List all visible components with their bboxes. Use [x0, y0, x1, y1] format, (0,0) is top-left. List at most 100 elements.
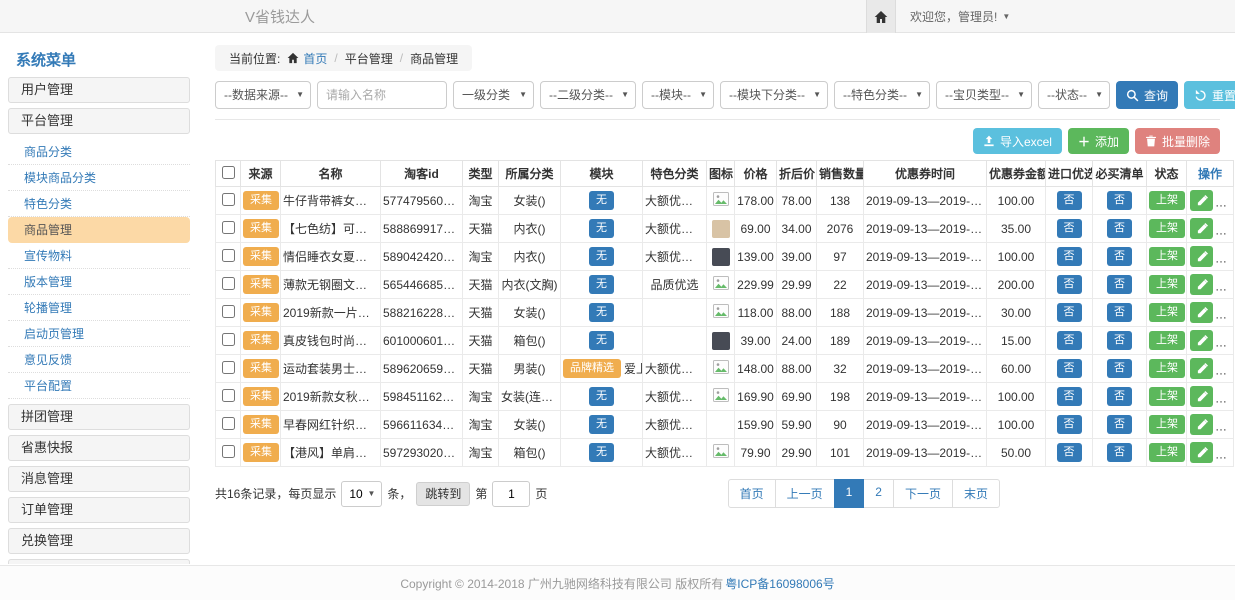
import-choice-badge[interactable]: 否 [1057, 303, 1082, 321]
sidebar-group[interactable]: 兑换管理 [8, 528, 190, 554]
edit-button[interactable] [1190, 190, 1213, 211]
must-buy-badge[interactable]: 否 [1107, 359, 1132, 377]
filter-select[interactable]: --宝贝类型-- [936, 81, 1032, 109]
import-choice-badge[interactable]: 否 [1057, 331, 1082, 349]
batch-delete-button[interactable]: 批量删除 [1135, 128, 1220, 154]
module-badge[interactable]: 无 [589, 247, 614, 265]
edit-button[interactable] [1190, 302, 1213, 323]
edit-button[interactable] [1190, 358, 1213, 379]
module-badge[interactable]: 无 [589, 415, 614, 433]
must-buy-badge[interactable]: 否 [1107, 247, 1132, 265]
per-page-select[interactable]: 10 [341, 481, 382, 507]
status-badge[interactable]: 上架 [1149, 247, 1185, 265]
must-buy-badge[interactable]: 否 [1107, 191, 1132, 209]
must-buy-badge[interactable]: 否 [1107, 443, 1132, 461]
jump-page-input[interactable] [492, 481, 530, 507]
filter-select[interactable]: 一级分类 [453, 81, 534, 109]
pager-button[interactable]: 1 [834, 479, 865, 508]
edit-button[interactable] [1190, 386, 1213, 407]
status-badge[interactable]: 上架 [1149, 219, 1185, 237]
filter-select[interactable]: --模块下分类-- [720, 81, 828, 109]
sidebar-group[interactable]: 省惠快报 [8, 435, 190, 461]
sidebar-group[interactable]: 拼团管理 [8, 404, 190, 430]
home-button[interactable] [866, 0, 896, 33]
sidebar-subitem[interactable]: 特色分类 [8, 191, 190, 217]
must-buy-badge[interactable]: 否 [1107, 219, 1132, 237]
reset-button[interactable]: 重置 [1184, 81, 1235, 109]
module-badge[interactable]: 无 [589, 331, 614, 349]
sidebar-subitem[interactable]: 轮播管理 [8, 295, 190, 321]
module-badge[interactable]: 无 [589, 219, 614, 237]
breadcrumb-home-link[interactable]: 首页 [287, 50, 327, 67]
status-badge[interactable]: 上架 [1149, 191, 1185, 209]
edit-button[interactable] [1190, 442, 1213, 463]
row-checkbox[interactable] [222, 445, 235, 458]
sidebar-subitem[interactable]: 启动页管理 [8, 321, 190, 347]
sidebar-subitem[interactable]: 宣传物料 [8, 243, 190, 269]
must-buy-badge[interactable]: 否 [1107, 415, 1132, 433]
sidebar-subitem[interactable]: 版本管理 [8, 269, 190, 295]
must-buy-badge[interactable]: 否 [1107, 303, 1132, 321]
filter-select[interactable]: --特色分类-- [834, 81, 930, 109]
select-all-checkbox[interactable] [222, 166, 235, 179]
row-checkbox[interactable] [222, 193, 235, 206]
icp-link[interactable]: 粤ICP备16098006号 [725, 575, 834, 592]
sidebar-group[interactable]: 平台管理 [8, 108, 190, 134]
import-excel-button[interactable]: 导入excel [973, 128, 1062, 154]
add-button[interactable]: ＋ 添加 [1068, 128, 1129, 154]
module-badge[interactable]: 无 [589, 275, 614, 293]
module-badge[interactable]: 无 [589, 387, 614, 405]
row-checkbox[interactable] [222, 221, 235, 234]
edit-button[interactable] [1190, 274, 1213, 295]
import-choice-badge[interactable]: 否 [1057, 191, 1082, 209]
import-choice-badge[interactable]: 否 [1057, 359, 1082, 377]
module-badge[interactable]: 品牌精选 [563, 359, 621, 377]
sidebar-subitem[interactable]: 意见反馈 [8, 347, 190, 373]
status-badge[interactable]: 上架 [1149, 331, 1185, 349]
row-checkbox[interactable] [222, 305, 235, 318]
sidebar-subitem[interactable]: 商品管理 [8, 217, 190, 243]
sidebar-subitem[interactable]: 平台配置 [8, 373, 190, 399]
status-badge[interactable]: 上架 [1149, 303, 1185, 321]
row-checkbox[interactable] [222, 417, 235, 430]
import-choice-badge[interactable]: 否 [1057, 415, 1082, 433]
row-checkbox[interactable] [222, 389, 235, 402]
row-checkbox[interactable] [222, 361, 235, 374]
name-search-input[interactable] [317, 81, 447, 109]
module-badge[interactable]: 无 [589, 303, 614, 321]
filter-select[interactable]: --状态-- [1038, 81, 1110, 109]
must-buy-badge[interactable]: 否 [1107, 387, 1132, 405]
filter-select[interactable]: --二级分类-- [540, 81, 636, 109]
filter-select[interactable]: --模块-- [642, 81, 714, 109]
row-checkbox[interactable] [222, 249, 235, 262]
import-choice-badge[interactable]: 否 [1057, 247, 1082, 265]
status-badge[interactable]: 上架 [1149, 359, 1185, 377]
sidebar-group[interactable]: 消息管理 [8, 466, 190, 492]
pager-button[interactable]: 末页 [952, 479, 1000, 508]
must-buy-badge[interactable]: 否 [1107, 331, 1132, 349]
row-checkbox[interactable] [222, 277, 235, 290]
module-badge[interactable]: 无 [589, 191, 614, 209]
sidebar-group[interactable]: 统计管理 [8, 559, 190, 564]
pager-button[interactable]: 2 [863, 479, 894, 508]
status-badge[interactable]: 上架 [1149, 415, 1185, 433]
edit-button[interactable] [1190, 246, 1213, 267]
sidebar-subitem[interactable]: 模块商品分类 [8, 165, 190, 191]
sidebar-group[interactable]: 用户管理 [8, 77, 190, 103]
sidebar-subitem[interactable]: 商品分类 [8, 139, 190, 165]
query-button[interactable]: 查询 [1116, 81, 1178, 109]
status-badge[interactable]: 上架 [1149, 387, 1185, 405]
sidebar-group[interactable]: 订单管理 [8, 497, 190, 523]
edit-button[interactable] [1190, 414, 1213, 435]
pager-button[interactable]: 首页 [728, 479, 776, 508]
import-choice-badge[interactable]: 否 [1057, 443, 1082, 461]
import-choice-badge[interactable]: 否 [1057, 387, 1082, 405]
filter-select[interactable]: --数据来源-- [215, 81, 311, 109]
pager-button[interactable]: 上一页 [775, 479, 835, 508]
import-choice-badge[interactable]: 否 [1057, 275, 1082, 293]
row-checkbox[interactable] [222, 333, 235, 346]
edit-button[interactable] [1190, 218, 1213, 239]
pager-button[interactable]: 下一页 [893, 479, 953, 508]
status-badge[interactable]: 上架 [1149, 443, 1185, 461]
user-menu[interactable]: 欢迎您，管理员! ▼ [910, 8, 1010, 25]
